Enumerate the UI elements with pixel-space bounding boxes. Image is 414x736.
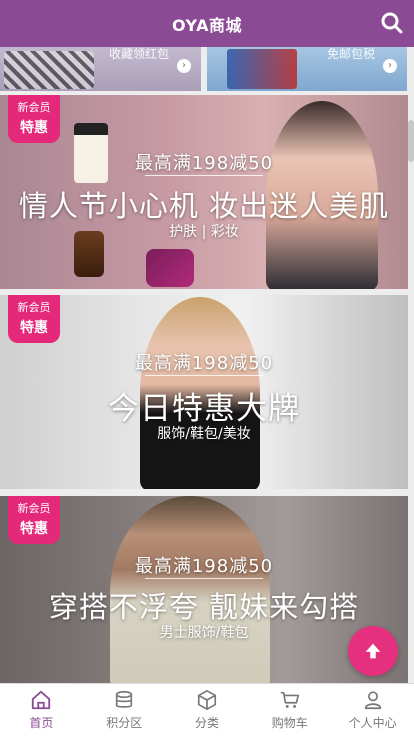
scrollbar[interactable]	[408, 120, 414, 162]
top-promo-cards: 收藏领红包 › 免邮包税 ›	[0, 47, 414, 91]
promo-card-favorites[interactable]: 收藏领红包 ›	[0, 47, 201, 91]
banner-subtitle: 男士服饰/鞋包	[159, 625, 249, 641]
divider	[145, 578, 263, 579]
banner-headline: 今日特惠大牌	[108, 391, 300, 427]
tab-home[interactable]: 首页	[0, 684, 83, 736]
banner-headline: 穿搭不浮夸 靓妹来勾搭	[48, 590, 360, 624]
tab-label: 分类	[194, 716, 219, 730]
product-image	[4, 51, 94, 89]
promo-card-label: 免邮包税	[326, 47, 375, 61]
tab-categories[interactable]: 分类	[166, 684, 249, 736]
product-image	[146, 249, 194, 287]
tab-profile[interactable]: 个人中心	[331, 684, 414, 736]
search-icon[interactable]	[380, 11, 404, 35]
bottom-tab-bar: 首页 积分区 分类 购物车 个人中心	[0, 683, 414, 736]
tab-label: 积分区	[106, 716, 143, 730]
tab-label: 首页	[29, 716, 54, 730]
product-image	[227, 49, 297, 89]
user-icon	[364, 691, 381, 710]
banner-daily-deals[interactable]: 新会员 特惠 最高满198减50 今日特惠大牌 服饰/鞋包/美妆	[0, 295, 408, 489]
back-to-top-button[interactable]	[348, 626, 398, 676]
tab-cart[interactable]: 购物车	[248, 684, 331, 736]
new-member-badge: 新会员 特惠	[8, 95, 60, 143]
badge-label-top: 新会员	[17, 301, 51, 314]
promo-text: 最高满198减50	[134, 556, 274, 577]
tab-label: 购物车	[271, 716, 308, 730]
chevron-right-icon: ›	[383, 59, 397, 73]
banner-subtitle: 服饰/鞋包/美妆	[157, 426, 251, 442]
promo-text: 最高满198减50	[134, 353, 274, 374]
badge-label-top: 新会员	[17, 502, 51, 515]
tab-label: 个人中心	[348, 716, 397, 730]
home-icon	[32, 690, 51, 710]
cube-icon	[197, 690, 217, 710]
divider	[145, 375, 263, 376]
banner-mens-fashion[interactable]: 新会员 特惠 最高满198减50 穿搭不浮夸 靓妹来勾搭 男士服饰/鞋包	[0, 496, 408, 683]
badge-label-bottom: 特惠	[20, 320, 48, 336]
chevron-right-icon: ›	[177, 59, 191, 73]
app-header: OYA商城	[0, 0, 414, 47]
tab-points[interactable]: 积分区	[83, 684, 166, 736]
banner-subtitle: 护肤 | 彩妆	[169, 224, 239, 240]
badge-label-bottom: 特惠	[20, 120, 48, 136]
banner-valentines-beauty[interactable]: 新会员 特惠 最高满198减50 情人节小心机 妆出迷人美肌 护肤 | 彩妆	[0, 95, 408, 289]
new-member-badge: 新会员 特惠	[8, 496, 60, 544]
arrow-up-icon	[365, 643, 381, 659]
coins-icon	[116, 690, 133, 708]
divider	[145, 175, 263, 176]
badge-label-bottom: 特惠	[20, 521, 48, 537]
page-title: OYA商城	[172, 15, 242, 35]
banner-headline: 情人节小心机 妆出迷人美肌	[18, 189, 390, 223]
promo-text: 最高满198减50	[134, 153, 274, 174]
new-member-badge: 新会员 特惠	[8, 295, 60, 343]
promo-card-free-shipping[interactable]: 免邮包税 ›	[207, 47, 407, 91]
cart-icon	[280, 691, 299, 708]
main-content[interactable]: 收藏领红包 › 免邮包税 › 新会员 特惠 最高满198减50 情人节小心机 妆…	[0, 47, 414, 683]
promo-card-label: 收藏领红包	[108, 47, 169, 61]
badge-label-top: 新会员	[17, 101, 51, 114]
